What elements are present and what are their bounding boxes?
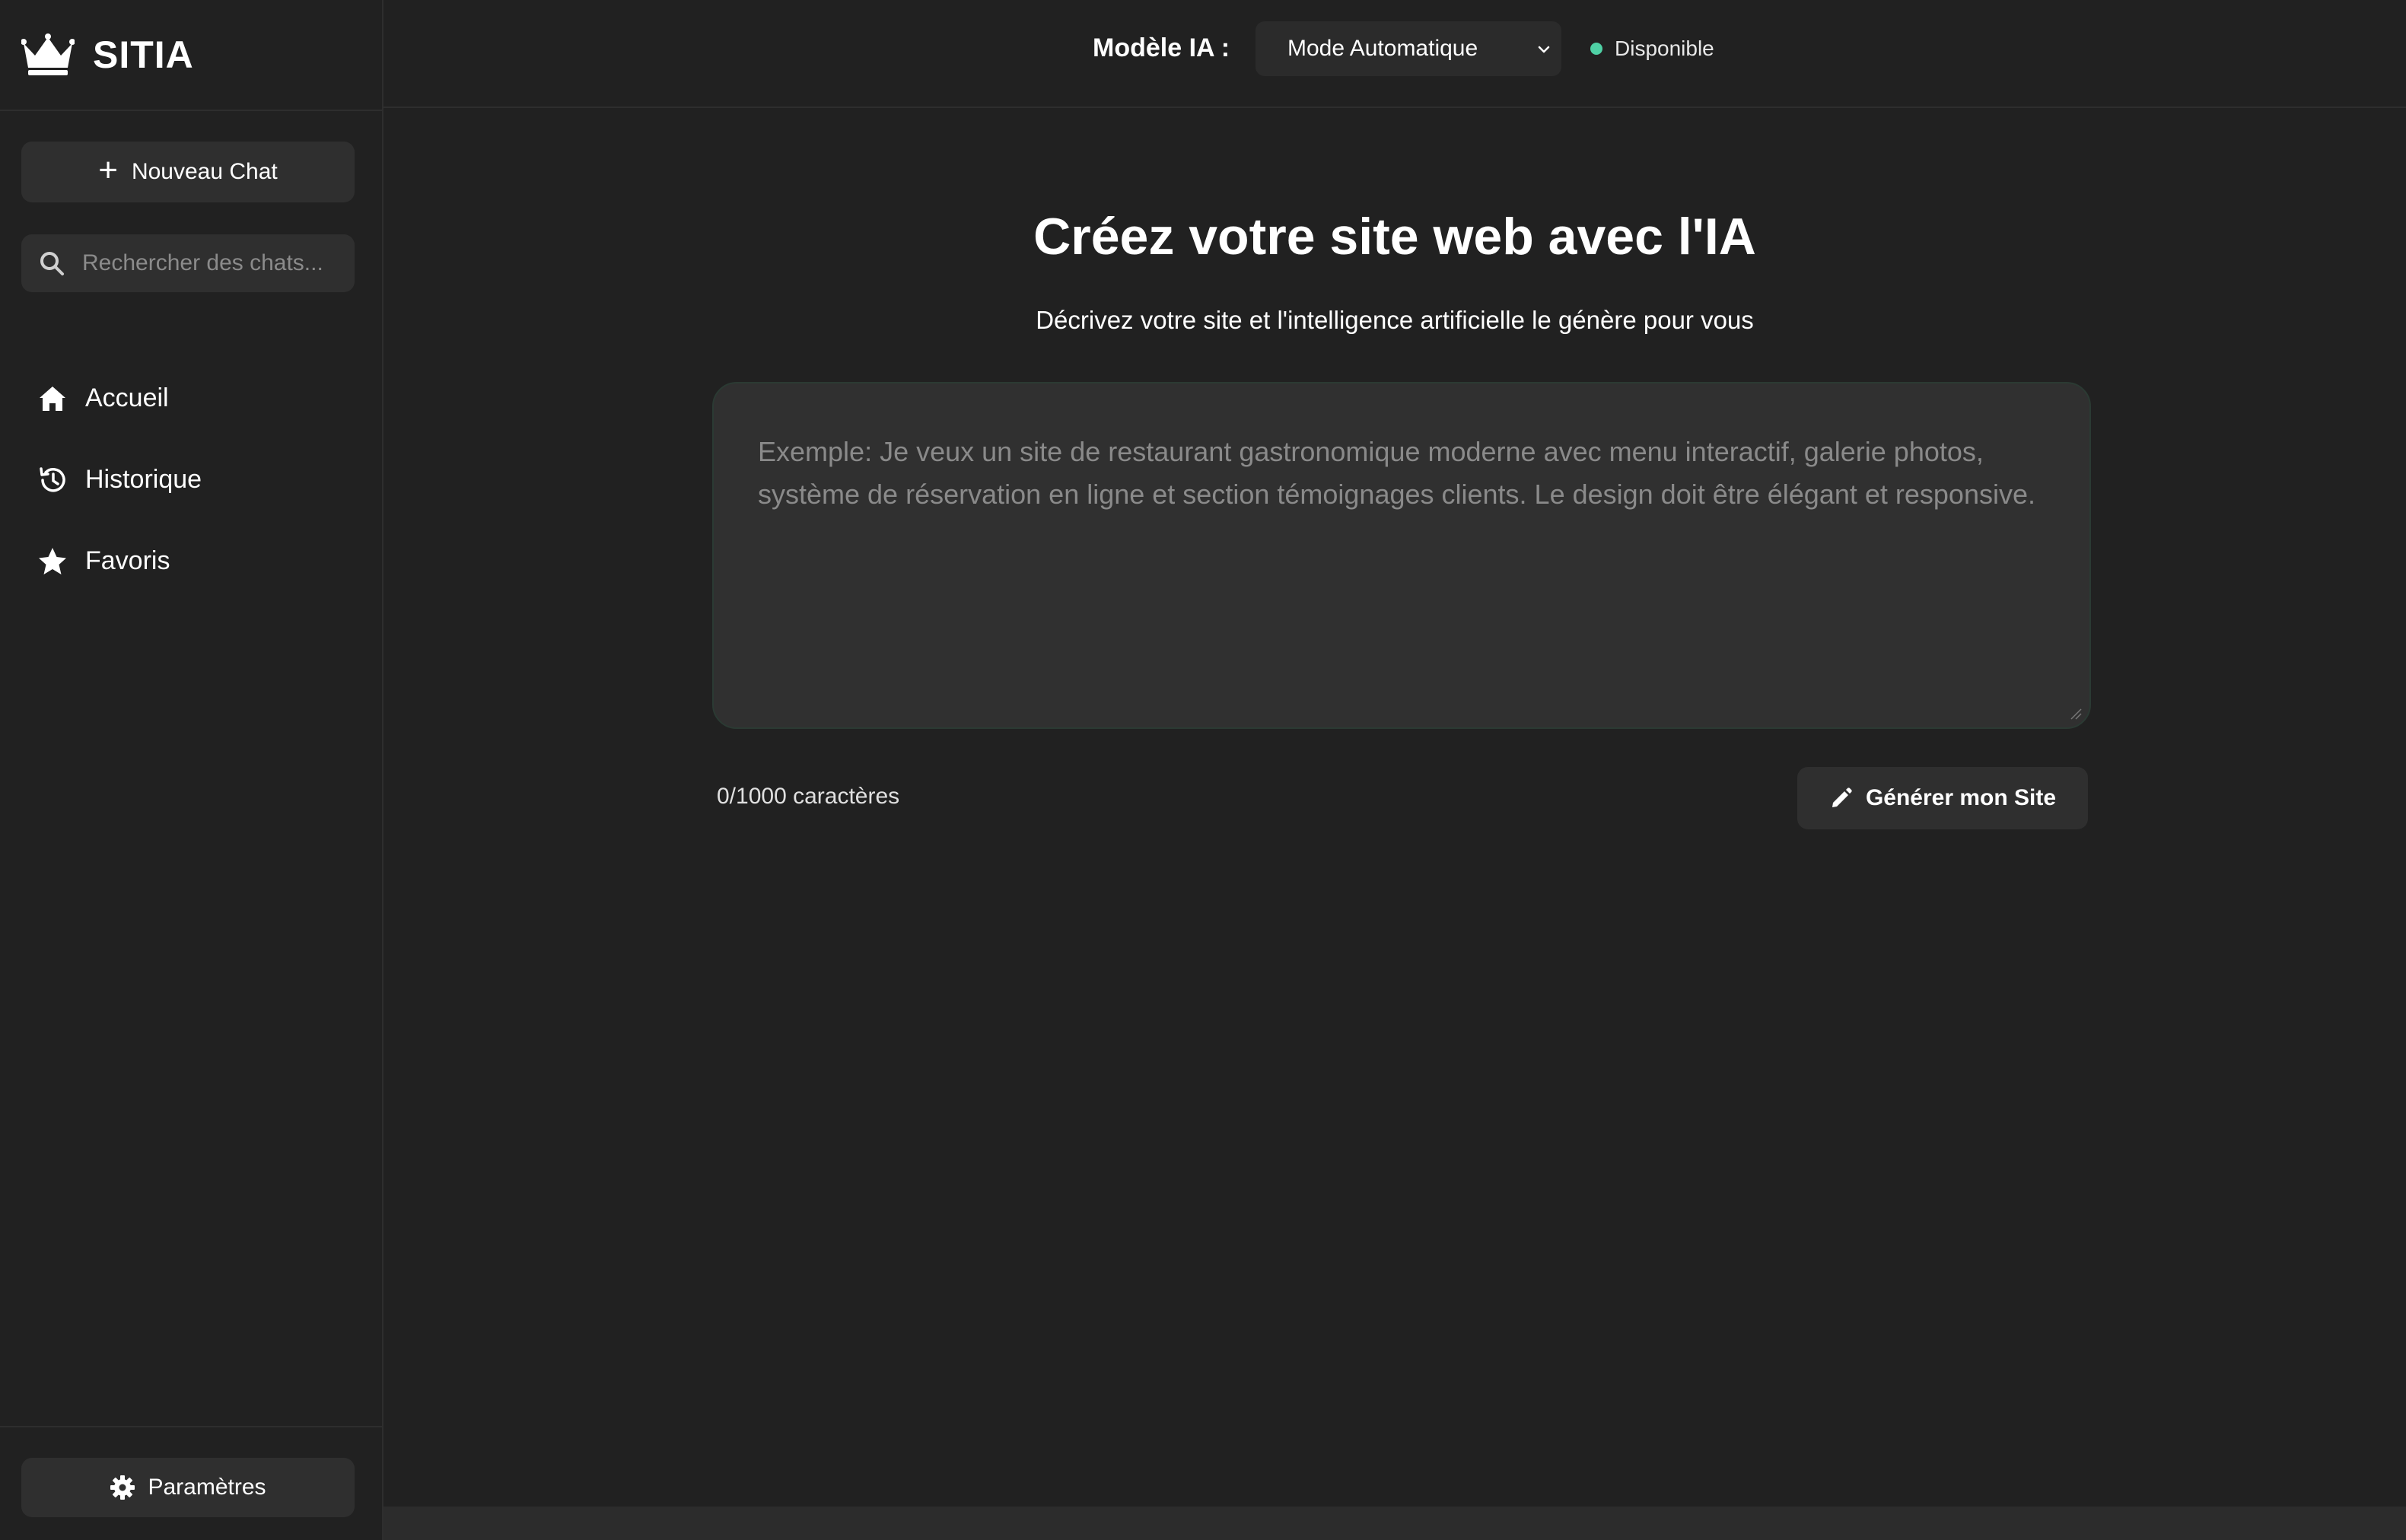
sidebar-footer: Paramètres [0, 1426, 382, 1540]
sidebar-item-favoris[interactable]: Favoris [0, 520, 382, 602]
pencil-icon [1832, 788, 1852, 807]
horizontal-scrollbar[interactable] [383, 1507, 2406, 1540]
search-icon [40, 252, 64, 275]
model-select[interactable]: Mode Automatique [1256, 21, 1561, 76]
model-label: Modèle IA : [1093, 33, 1230, 62]
resize-handle-icon[interactable] [2070, 708, 2082, 720]
brand-name: SITIA [93, 33, 194, 76]
sidebar-nav: Accueil Historique Favoris [0, 358, 382, 602]
generate-button[interactable]: Générer mon Site [1797, 767, 2088, 829]
history-icon [40, 466, 65, 492]
new-chat-label: Nouveau Chat [131, 159, 278, 184]
status-dot [1590, 43, 1602, 55]
sidebar: SITIA + Nouveau Chat Accueil [0, 0, 383, 1540]
star-icon [39, 547, 66, 574]
prompt-box [712, 382, 2091, 729]
search-box [21, 234, 355, 292]
page-subtitle: Décrivez votre site et l'intelligence ar… [1036, 306, 1754, 334]
plus-icon: + [98, 151, 118, 189]
prompt-input[interactable] [714, 383, 2089, 727]
chevron-down-icon [1538, 46, 1550, 53]
model-select-value: Mode Automatique [1287, 36, 1478, 61]
search-input[interactable] [82, 250, 341, 276]
sidebar-item-historique[interactable]: Historique [0, 439, 382, 520]
crown-icon [21, 33, 75, 75]
sidebar-item-label: Favoris [85, 546, 170, 575]
status-text: Disponible [1615, 37, 1714, 60]
sidebar-item-accueil[interactable]: Accueil [0, 358, 382, 439]
status-badge: Disponible [1590, 37, 1714, 61]
settings-label: Paramètres [148, 1475, 266, 1500]
top-bar: Modèle IA : Mode Automatique Disponible [383, 0, 2406, 108]
app-root: SITIA + Nouveau Chat Accueil [0, 0, 2406, 1540]
sidebar-item-label: Historique [85, 465, 202, 494]
new-chat-button[interactable]: + Nouveau Chat [21, 142, 355, 202]
generate-label: Générer mon Site [1865, 785, 2057, 810]
settings-button[interactable]: Paramètres [21, 1458, 355, 1517]
gear-icon [110, 1475, 135, 1500]
home-icon [40, 386, 65, 411]
char-counter: 0/1000 caractères [717, 784, 900, 809]
brand[interactable]: SITIA [0, 0, 382, 111]
sidebar-item-label: Accueil [85, 383, 169, 412]
page-title: Créez votre site web avec l'IA [1033, 208, 1756, 266]
